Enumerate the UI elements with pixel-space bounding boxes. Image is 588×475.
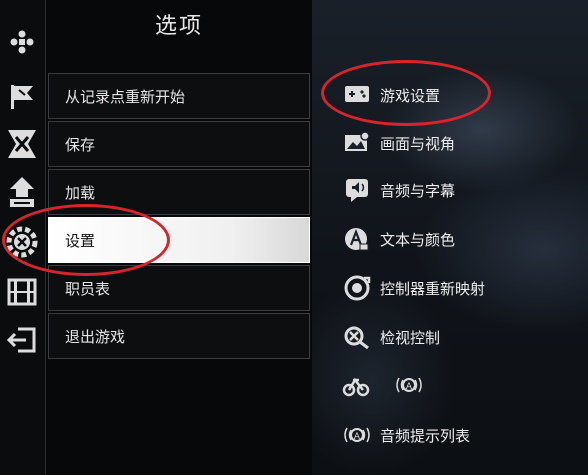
submenu-label: 控制器重新映射 [380,279,486,298]
menu-item-settings[interactable]: 设置 [48,217,310,263]
arrow-up-icon[interactable] [2,172,42,212]
film-icon[interactable] [2,272,42,312]
menu-item-label: 从记录点重新开始 [65,87,186,106]
audio-cue-icon: A [342,422,372,448]
audio-subtitle-icon [342,177,372,203]
menu-item-save[interactable]: 保存 [48,121,310,167]
dpad-icon[interactable] [2,22,42,62]
submenu-label: 文本与颜色 [380,230,456,249]
submenu-label: 游戏设置 [380,86,441,105]
controller-remap-icon [342,275,372,301]
submenu-text-colors[interactable]: 文本与颜色 [342,225,455,253]
text-color-icon [342,226,372,252]
flag-icon[interactable] [2,76,42,116]
display-icon [342,130,372,156]
svg-text:A: A [354,432,361,442]
menu-item-load[interactable]: 加载 [48,169,310,215]
submenu-label: 画面与视角 [380,134,456,153]
menu-item-label: 退出游戏 [65,327,126,346]
menu-item-label: 保存 [65,135,96,154]
menu-item-quit-game[interactable]: 退出游戏 [48,313,310,359]
submenu-accessibility[interactable]: A [342,371,432,399]
gear-icon[interactable] [2,222,42,262]
submenu-label: 音频提示列表 [380,426,471,445]
submenu-label: 音频与字幕 [380,181,456,200]
submenu-audio-cue-list[interactable]: A 音频提示列表 [342,421,470,449]
submenu-game-settings[interactable]: 游戏设置 [342,81,440,109]
submenu-audio-subtitles[interactable]: 音频与字幕 [342,176,455,204]
menu-item-label: 设置 [65,231,96,250]
icon-rail [0,0,45,475]
submenu-controller-remap[interactable]: 控制器重新映射 [342,274,485,302]
menu-item-restart-checkpoint[interactable]: 从记录点重新开始 [48,73,310,119]
submenu-display[interactable]: 画面与视角 [342,129,455,157]
inspect-control-icon [342,324,372,350]
menu-item-label: 加载 [65,183,96,202]
menu-item-credits[interactable]: 职员表 [48,265,310,311]
gamepad-settings-icon [342,82,372,108]
submenu-label: 检视控制 [380,328,441,347]
menu-item-label: 职员表 [65,279,111,298]
options-screen: 选项 从记录点重新开始 保存 加载 设置 职员表 退出游戏 游戏设置 画面与视角… [0,0,588,475]
options-menu: 选项 从记录点重新开始 保存 加载 设置 职员表 退出游戏 [45,0,313,475]
svg-text:A: A [406,382,413,392]
map-icon[interactable] [2,124,42,164]
exit-icon[interactable] [2,320,42,360]
accessibility-audio-icon [342,372,372,398]
audio-wave-icon: A [394,372,424,398]
submenu-inspect-controls[interactable]: 检视控制 [342,323,440,351]
menu-title: 选项 [154,14,203,39]
